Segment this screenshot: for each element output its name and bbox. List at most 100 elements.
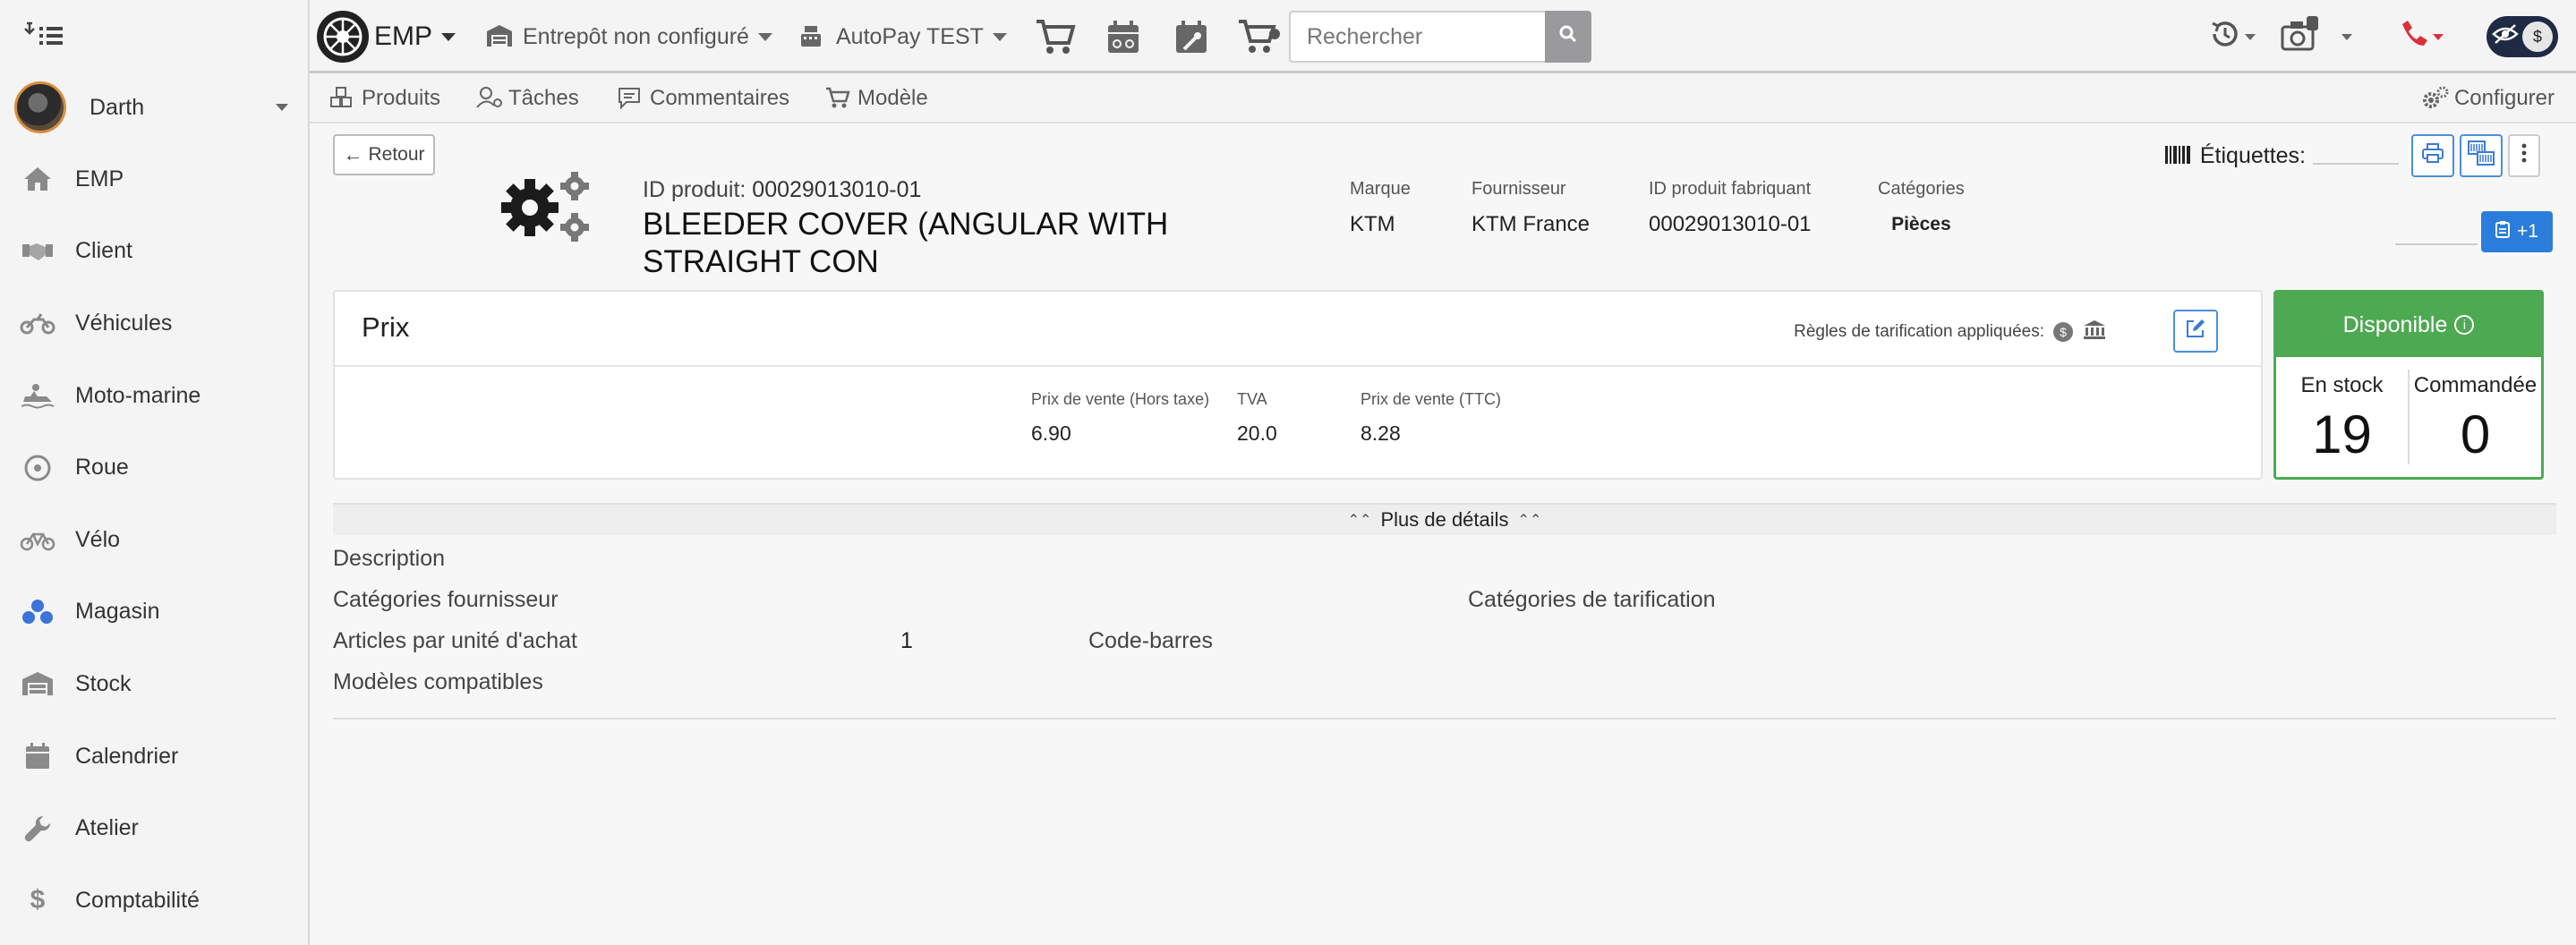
back-button[interactable]: ← Retour	[333, 134, 435, 175]
price-ht-label: Prix de vente (Hors taxe)	[1031, 390, 1210, 408]
dollar-coin-icon[interactable]: $	[2053, 322, 2073, 342]
sidebar-item-vehicules[interactable]: Véhicules	[0, 287, 308, 360]
sidebar-item-label: Calendrier	[75, 743, 179, 769]
search-input[interactable]	[1289, 11, 1545, 63]
brand-menu[interactable]: EMP	[317, 11, 456, 63]
camera-dropdown[interactable]	[2281, 14, 2352, 59]
camera-icon	[2281, 15, 2320, 58]
sidebar-item-roue[interactable]: Roue	[0, 431, 308, 504]
vat-field: TVA 20.0	[1237, 390, 1277, 446]
edit-price-button[interactable]	[2173, 310, 2218, 353]
tab-modele[interactable]: Modèle	[825, 84, 928, 113]
tab-taches[interactable]: Tâches	[476, 84, 579, 113]
manufacturer-id-label: ID produit fabriquant	[1649, 179, 1812, 199]
sidebar-item-client[interactable]: Client	[0, 216, 308, 288]
configure-button[interactable]: Configurer	[2422, 84, 2555, 113]
tab-label: Modèle	[857, 86, 928, 110]
add-one-label: +1	[2517, 221, 2538, 242]
chevron-down-icon	[2341, 33, 2352, 40]
calendar-wrench-icon[interactable]	[1164, 13, 1219, 61]
ellipsis-vertical-icon	[2521, 143, 2527, 169]
user-name: Darth	[90, 94, 145, 120]
availability-status: Disponible	[2342, 311, 2448, 337]
sidebar-item-moto-marine[interactable]: Moto-marine	[0, 360, 308, 432]
product-id-value: 00029013010-01	[752, 177, 922, 202]
labels-count-input[interactable]	[2313, 147, 2399, 165]
warehouse-dropdown[interactable]: Entrepôt non configuré	[485, 20, 772, 54]
info-icon[interactable]: i	[2454, 315, 2475, 335]
sidebar-item-comptabilite[interactable]: $ Comptabilité	[0, 864, 308, 937]
add-quantity-input[interactable]	[2395, 243, 2478, 245]
sidebar-item-magasin[interactable]: Magasin	[0, 576, 308, 649]
brand-field: Marque KTM	[1350, 179, 1411, 237]
page-title: BLEEDER COVER (ANGULAR WITH STRAIGHT CON	[643, 207, 1169, 279]
barcodes-icon	[2468, 140, 2495, 172]
more-details-toggle[interactable]: ⌃⌃ Plus de détails ⌃⌃	[333, 503, 2556, 535]
warehouse-icon	[485, 23, 514, 50]
back-label: Retour	[368, 144, 425, 165]
sidebar-item-emp[interactable]: EMP	[0, 143, 308, 216]
price-title: Prix	[362, 311, 410, 343]
description-label: Description	[333, 546, 446, 571]
vat-value: 20.0	[1237, 421, 1277, 445]
chevron-down-icon	[276, 104, 288, 111]
menu-toggle-icon[interactable]	[23, 20, 66, 48]
vat-label: TVA	[1237, 390, 1267, 408]
stock-card: Disponible i En stock 19 Commandée 0	[2273, 290, 2544, 480]
pricing-rules: Règles de tarification appliquées: $	[1794, 319, 2107, 345]
price-ttc-field: Prix de vente (TTC) 8.28	[1361, 390, 1501, 446]
logo-icon	[317, 11, 369, 63]
price-card-header: Prix Règles de tarification appliquées: …	[335, 292, 2261, 367]
sidebar-item-label: Comptabilité	[75, 887, 200, 913]
tab-label: Commentaires	[650, 86, 790, 110]
warehouse-icon	[20, 666, 55, 702]
categories-field: Catégories Pièces	[1878, 179, 1965, 235]
add-one-button[interactable]: +1	[2481, 211, 2553, 252]
phone-dropdown[interactable]	[2399, 14, 2444, 59]
chevron-double-up-icon: ⌃⌃	[1517, 513, 1542, 528]
sidebar-item-velo[interactable]: Vélo	[0, 504, 308, 576]
history-dropdown[interactable]	[2209, 14, 2256, 59]
sidebar-item-calendrier[interactable]: Calendrier	[0, 720, 308, 793]
sidebar-item-label: Véhicules	[75, 310, 173, 336]
price-ht-field: Prix de vente (Hors taxe) 6.90	[1031, 390, 1209, 446]
pricing-categories-label: Catégories de tarification	[1468, 587, 1716, 612]
tab-label: Produits	[362, 86, 441, 110]
privacy-toggle[interactable]: $	[2486, 16, 2558, 57]
print-barcodes-button[interactable]	[2460, 134, 2503, 177]
comment-icon	[618, 86, 643, 111]
avatar	[14, 81, 66, 133]
categories-value[interactable]: Pièces	[1878, 214, 1965, 235]
edit-icon	[2185, 318, 2206, 345]
supplier-categories-label: Catégories fournisseur	[333, 587, 559, 612]
supplier-field: Fournisseur KTM France	[1471, 179, 1590, 237]
payment-dropdown[interactable]: AutoPay TEST	[798, 20, 1007, 54]
search-icon	[1559, 24, 1577, 49]
more-options-button[interactable]	[2508, 134, 2540, 177]
in-stock-label: En stock	[2300, 373, 2384, 397]
cart-icon[interactable]	[1028, 13, 1083, 61]
sidebar-item-label: Client	[75, 238, 132, 264]
ordered: Commandée 0	[2408, 370, 2541, 464]
barcode-label: Code-barres	[1088, 628, 1213, 653]
search-button[interactable]	[1545, 11, 1591, 63]
sidebar-item-label: Magasin	[75, 599, 160, 625]
sidebar-item-atelier[interactable]: Atelier	[0, 792, 308, 864]
price-ht-value: 6.90	[1031, 421, 1071, 445]
cart-moto-icon[interactable]	[1232, 13, 1287, 61]
labels-title: Étiquettes:	[2164, 143, 2306, 169]
sidebar-item-label: Moto-marine	[75, 382, 201, 408]
tab-label: Tâches	[508, 86, 579, 110]
bank-icon[interactable]	[2082, 319, 2107, 345]
phone-icon	[2399, 19, 2429, 55]
availability-header: Disponible i	[2276, 293, 2541, 357]
arrow-left-icon: ←	[343, 143, 363, 166]
print-label-button[interactable]	[2411, 134, 2454, 177]
sidebar-item-stock[interactable]: Stock	[0, 648, 308, 720]
tab-produits[interactable]: Produits	[329, 84, 440, 113]
wheel-icon	[20, 450, 55, 486]
tab-commentaires[interactable]: Commentaires	[618, 84, 789, 113]
user-menu[interactable]: Darth	[14, 79, 301, 136]
print-icon	[2422, 142, 2444, 169]
calendar-moto-icon[interactable]	[1096, 13, 1151, 61]
